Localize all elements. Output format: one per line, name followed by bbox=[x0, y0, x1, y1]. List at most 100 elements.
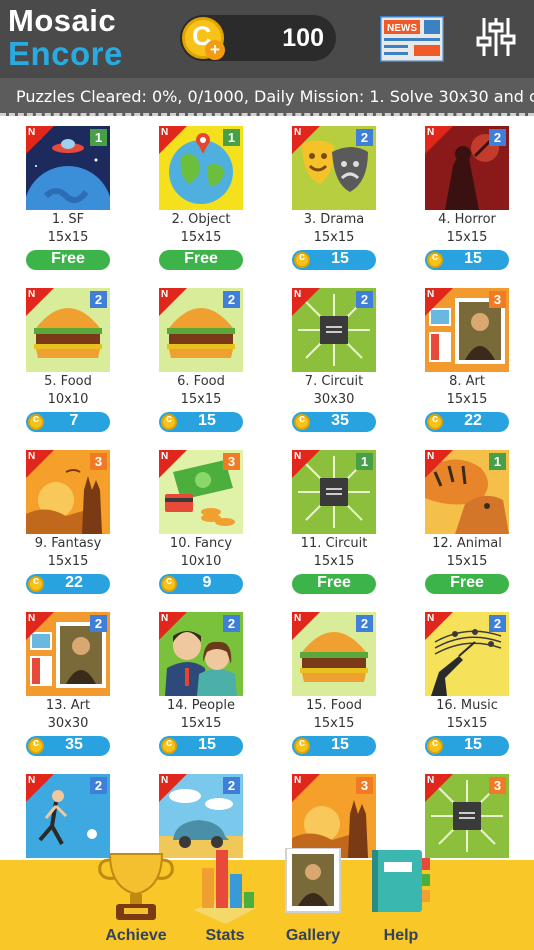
puzzle-tile[interactable]: N 2 16. Music 15x15 15 bbox=[409, 605, 529, 765]
puzzle-thumbnail: N 3 bbox=[425, 288, 509, 372]
nav-stats[interactable]: Stats bbox=[190, 850, 260, 950]
logo-line1: Mosaic bbox=[8, 3, 117, 38]
puzzle-name: 11. Circuit bbox=[300, 536, 368, 551]
coin-balance-button[interactable]: C + 100 bbox=[180, 15, 336, 61]
puzzle-name: 2. Object bbox=[171, 212, 231, 227]
puzzle-size: 30x30 bbox=[47, 716, 89, 731]
price-button[interactable]: 15 bbox=[425, 736, 509, 756]
trophy-icon bbox=[98, 853, 174, 920]
puzzle-tile[interactable]: N 1 11. Circuit 15x15 Free bbox=[276, 443, 396, 603]
price-button[interactable]: Free bbox=[26, 250, 110, 270]
price-button[interactable]: 9 bbox=[159, 574, 243, 594]
puzzle-tile[interactable]: N 2 5. Food 10x10 7 bbox=[10, 281, 130, 441]
puzzle-size: 10x10 bbox=[180, 554, 222, 569]
puzzle-thumbnail: N 2 bbox=[26, 288, 110, 372]
puzzle-thumbnail: N 1 bbox=[159, 126, 243, 210]
puzzle-thumbnail: N 1 bbox=[425, 450, 509, 534]
top-header: Mosaic Encore C + 100 NEWS bbox=[0, 0, 534, 78]
coin-amount: 100 bbox=[282, 24, 324, 52]
puzzle-size: 15x15 bbox=[446, 554, 488, 569]
price-button[interactable]: 35 bbox=[26, 736, 110, 756]
puzzle-thumbnail: N 2 bbox=[292, 126, 376, 210]
puzzle-size: 15x15 bbox=[446, 716, 488, 731]
price-button[interactable]: Free bbox=[159, 250, 243, 270]
puzzle-thumbnail: N 3 bbox=[425, 774, 509, 858]
difficulty-badge: 3 bbox=[356, 777, 373, 794]
puzzle-tile[interactable]: N 3 10. Fancy 10x10 9 bbox=[143, 443, 263, 603]
puzzle-size: 15x15 bbox=[180, 716, 222, 731]
puzzle-size: 15x15 bbox=[313, 554, 355, 569]
nav-help-label: Help bbox=[383, 927, 419, 944]
puzzle-name: 8. Art bbox=[449, 374, 485, 389]
puzzle-thumbnail: N 2 bbox=[292, 288, 376, 372]
puzzle-size: 15x15 bbox=[180, 392, 222, 407]
puzzle-thumbnail: N 2 bbox=[425, 612, 509, 696]
nav-gallery[interactable]: Gallery bbox=[278, 848, 348, 950]
puzzle-name: 15. Food bbox=[306, 698, 362, 713]
puzzle-name: 5. Food bbox=[44, 374, 92, 389]
puzzle-thumbnail: N 3 bbox=[26, 450, 110, 534]
puzzle-tile[interactable]: N 2 14. People 15x15 15 bbox=[143, 605, 263, 765]
settings-button[interactable] bbox=[476, 16, 516, 58]
puzzle-thumbnail: N 2 bbox=[425, 126, 509, 210]
add-coins-icon: C + bbox=[182, 17, 225, 60]
puzzle-name: 12. Animal bbox=[432, 536, 502, 551]
difficulty-badge: 2 bbox=[223, 777, 240, 794]
puzzle-thumbnail: N 2 bbox=[26, 612, 110, 696]
price-button[interactable]: 15 bbox=[425, 250, 509, 270]
price-button[interactable]: Free bbox=[292, 574, 376, 594]
puzzle-size: 15x15 bbox=[47, 554, 89, 569]
puzzle-name: 9. Fantasy bbox=[34, 536, 102, 551]
puzzle-thumbnail: N 2 bbox=[292, 612, 376, 696]
difficulty-badge: 2 bbox=[223, 291, 240, 308]
difficulty-badge: 3 bbox=[489, 777, 506, 794]
puzzle-size: 15x15 bbox=[313, 230, 355, 245]
puzzle-size: 15x15 bbox=[313, 716, 355, 731]
puzzle-name: 10. Fancy bbox=[169, 536, 233, 551]
puzzle-name: 14. People bbox=[167, 698, 235, 713]
difficulty-badge: 1 bbox=[356, 453, 373, 470]
price-button[interactable]: 15 bbox=[159, 736, 243, 756]
difficulty-badge: 2 bbox=[356, 615, 373, 632]
difficulty-badge: 2 bbox=[90, 777, 107, 794]
nav-achieve[interactable]: Achieve bbox=[96, 853, 176, 950]
puzzle-tile[interactable]: N 2 13. Art 30x30 35 bbox=[10, 605, 130, 765]
progress-ticker: Puzzles Cleared: 0%, 0/1000, Daily Missi… bbox=[0, 78, 534, 116]
puzzle-name: 13. Art bbox=[45, 698, 91, 713]
puzzle-tile[interactable]: N 3 9. Fantasy 15x15 22 bbox=[10, 443, 130, 603]
puzzle-tile[interactable]: N 1 1. SF 15x15 Free bbox=[10, 119, 130, 279]
puzzle-thumbnail: N 2 bbox=[159, 612, 243, 696]
price-button[interactable]: 22 bbox=[26, 574, 110, 594]
puzzle-tile[interactable]: N 2 7. Circuit 30x30 35 bbox=[276, 281, 396, 441]
puzzle-name: 1. SF bbox=[51, 212, 85, 227]
puzzle-tile[interactable]: N 1 12. Animal 15x15 Free bbox=[409, 443, 529, 603]
difficulty-badge: 3 bbox=[489, 291, 506, 308]
puzzle-tile[interactable]: N 3 8. Art 15x15 22 bbox=[409, 281, 529, 441]
price-button[interactable]: 15 bbox=[292, 736, 376, 756]
puzzle-tile[interactable]: N 2 4. Horror 15x15 15 bbox=[409, 119, 529, 279]
bottom-nav: Achieve Stats Gallery Help bbox=[0, 848, 534, 950]
puzzle-tile[interactable]: N 2 3. Drama 15x15 15 bbox=[276, 119, 396, 279]
app-logo: Mosaic Encore bbox=[8, 4, 123, 70]
price-button[interactable]: 22 bbox=[425, 412, 509, 432]
difficulty-badge: 3 bbox=[90, 453, 107, 470]
puzzle-tile[interactable]: N 1 2. Object 15x15 Free bbox=[143, 119, 263, 279]
price-button[interactable]: 7 bbox=[26, 412, 110, 432]
puzzle-size: 15x15 bbox=[180, 230, 222, 245]
difficulty-badge: 2 bbox=[356, 291, 373, 308]
price-button[interactable]: 15 bbox=[292, 250, 376, 270]
svg-text:NEWS: NEWS bbox=[387, 23, 417, 34]
nav-help[interactable]: Help bbox=[364, 850, 438, 950]
puzzle-name: 7. Circuit bbox=[304, 374, 364, 389]
puzzle-thumbnail: N 2 bbox=[26, 774, 110, 858]
picture-frame-icon bbox=[285, 848, 341, 913]
price-button[interactable]: Free bbox=[425, 574, 509, 594]
puzzle-size: 10x10 bbox=[47, 392, 89, 407]
price-button[interactable]: 15 bbox=[159, 412, 243, 432]
price-button[interactable]: 35 bbox=[292, 412, 376, 432]
puzzle-tile[interactable]: N 2 15. Food 15x15 15 bbox=[276, 605, 396, 765]
puzzle-thumbnail: N 2 bbox=[159, 774, 243, 858]
news-button[interactable]: NEWS bbox=[378, 14, 446, 64]
puzzle-thumbnail: N 1 bbox=[292, 450, 376, 534]
puzzle-tile[interactable]: N 2 6. Food 15x15 15 bbox=[143, 281, 263, 441]
